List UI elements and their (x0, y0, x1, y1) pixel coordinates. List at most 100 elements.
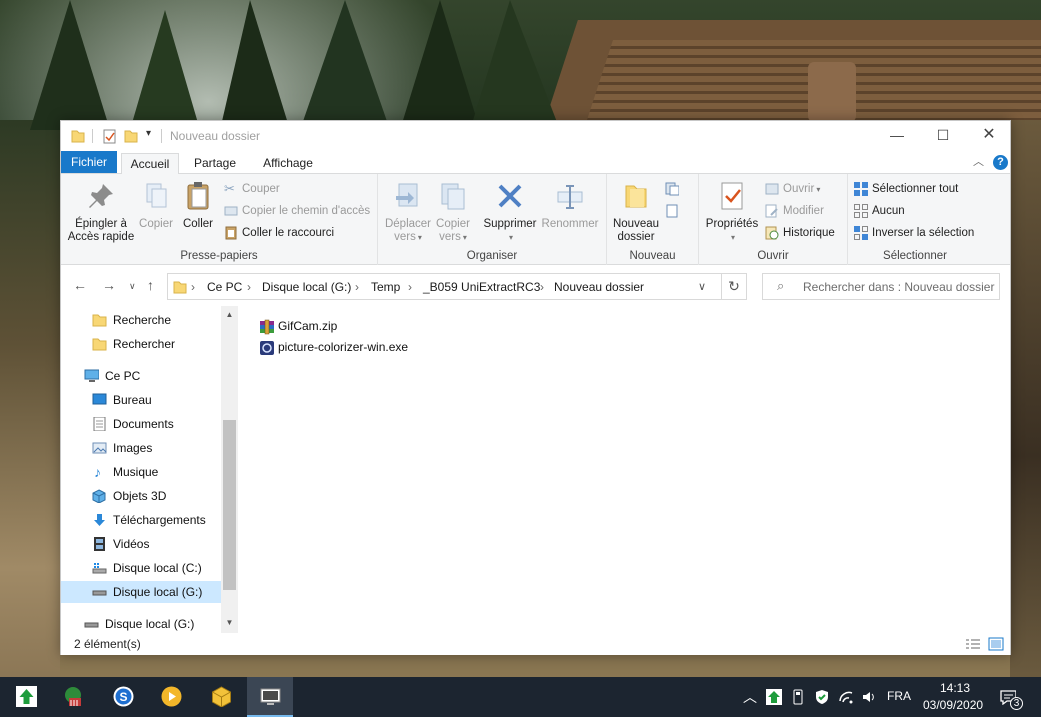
taskbar-app-green-arrow[interactable] (3, 677, 49, 717)
close-button[interactable]: ✕ (966, 121, 1012, 151)
up-arrow-icon[interactable]: ↑ (147, 277, 154, 293)
volume-speaker-icon[interactable] (861, 689, 877, 705)
wifi-icon[interactable] (838, 689, 854, 705)
copy-to-button[interactable]: Copier vers ▾ (433, 180, 473, 244)
nav-item-drive-g[interactable]: Disque local (G:) (61, 613, 221, 635)
cube-3d-icon (92, 489, 106, 503)
tab-home[interactable]: Accueil (121, 153, 179, 175)
select-none-button[interactable]: Aucun (854, 201, 905, 221)
nav-item-videos[interactable]: Vidéos (61, 533, 221, 555)
taskbar-app-chart[interactable] (50, 677, 96, 717)
collapse-ribbon-icon[interactable]: ︿ (973, 153, 984, 169)
large-icons-view-icon[interactable] (988, 637, 1004, 651)
taskbar-app-package[interactable] (198, 677, 244, 717)
breadcrumb-new-folder[interactable]: Nouveau dossier (554, 280, 644, 294)
cut-button[interactable]: ✂ Couper (224, 179, 280, 199)
show-hidden-icons-chevron-icon[interactable]: ︿ (743, 687, 757, 707)
help-button[interactable]: ? (993, 155, 1008, 170)
clock-date[interactable]: 03/09/2020 (923, 698, 983, 712)
invert-selection-button[interactable]: Inverser la sélection (854, 223, 974, 243)
copy-path-label: Copier le chemin d'accès (242, 205, 371, 217)
history-icon (765, 226, 779, 240)
new-folder-quick-icon[interactable] (124, 128, 138, 144)
green-up-arrow-icon (16, 686, 37, 707)
history-button[interactable]: Historique (765, 223, 835, 243)
qa-divider (92, 129, 93, 143)
nav-label: Vidéos (113, 537, 150, 551)
nav-item-downloads[interactable]: Téléchargements (61, 509, 221, 531)
nav-item-this-pc[interactable]: Ce PC (61, 365, 221, 387)
nav-item-drive-g-selected[interactable]: Disque local (G:) (61, 581, 221, 603)
refresh-icon[interactable]: ↻ (721, 273, 747, 300)
details-view-icon[interactable] (965, 637, 981, 651)
pin-quick-access-button[interactable]: Épingler à Accès rapide (67, 180, 135, 244)
nav-item-3d-objects[interactable]: Objets 3D (61, 485, 221, 507)
customize-toolbar-icon[interactable]: ▾ (146, 128, 151, 144)
explorer-window: ▾ Nouveau dossier — ☐ ✕ Fichier Accueil … (60, 120, 1011, 655)
easy-access-button[interactable]: ▾ (665, 201, 683, 221)
move-label-line2: vers (394, 231, 416, 243)
taskbar-app-explorer-active[interactable] (247, 677, 293, 717)
taskbar-app-media[interactable] (148, 677, 194, 717)
new-item-button[interactable]: ▾ (665, 179, 683, 199)
forest-edge (1010, 120, 1041, 677)
search-box[interactable]: ⌕ Rechercher dans : Nouveau dossier (762, 273, 1000, 300)
paste-shortcut-button[interactable]: Coller le raccourci (224, 223, 334, 243)
copy-button[interactable]: Copier (137, 180, 175, 231)
move-label-line1: Déplacer (384, 218, 432, 230)
scissors-icon: ✂ (224, 180, 235, 196)
new-folder-icon (625, 185, 647, 208)
maximize-button[interactable]: ☐ (920, 121, 966, 151)
copy-path-button[interactable]: Copier le chemin d'accès (224, 201, 370, 221)
clock-time[interactable]: 14:13 (940, 681, 970, 695)
tab-file[interactable]: Fichier (61, 151, 117, 173)
nav-item-recherche[interactable]: Recherche (61, 309, 221, 331)
usb-device-icon[interactable] (790, 689, 806, 705)
nav-label: Ce PC (105, 369, 141, 383)
tray-green-arrow-icon[interactable] (766, 689, 782, 705)
ribbon: Épingler à Accès rapide Copier Coller ✂ … (61, 174, 1010, 265)
nav-item-desktop[interactable]: Bureau (61, 389, 221, 411)
tab-share[interactable]: Partage (185, 153, 245, 174)
input-language[interactable]: FRA (887, 689, 911, 703)
scroll-thumb[interactable] (223, 420, 236, 590)
breadcrumb-drive-g[interactable]: Disque local (G:) (262, 280, 351, 294)
open-button[interactable]: Ouvrir ▾ (765, 179, 820, 199)
address-bar[interactable]: › Ce PC › Disque local (G:) › Temp › _B0… (167, 273, 747, 300)
select-all-button[interactable]: Sélectionner tout (854, 179, 958, 199)
delete-button[interactable]: Supprimer ▾ (482, 180, 538, 244)
minimize-button[interactable]: — (874, 121, 920, 151)
move-to-button[interactable]: Déplacer vers ▾ (384, 180, 432, 244)
breadcrumb-uniextract[interactable]: _B059 UniExtractRC3 (423, 280, 540, 294)
breadcrumb-this-pc[interactable]: Ce PC (207, 280, 242, 294)
breadcrumb-temp[interactable]: Temp (371, 280, 400, 294)
scroll-down-icon[interactable]: ▼ (221, 618, 238, 627)
copy-to-icon (441, 183, 465, 210)
nav-item-music[interactable]: ♪ Musique (61, 461, 221, 483)
scroll-up-icon[interactable]: ▲ (221, 310, 238, 319)
edit-button[interactable]: Modifier (765, 201, 824, 221)
taskbar-app-s[interactable]: S (100, 677, 146, 717)
nav-item-rechercher[interactable]: Rechercher (61, 333, 221, 355)
security-shield-icon[interactable] (814, 689, 830, 705)
breadcrumb-separator: › (355, 280, 359, 294)
recent-locations-icon[interactable]: ∨ (129, 281, 136, 292)
rename-button[interactable]: Renommer (540, 180, 600, 231)
properties-button[interactable]: Propriétés ▾ (703, 180, 761, 244)
new-folder-button[interactable]: Nouveau dossier (611, 180, 661, 244)
nav-item-drive-c[interactable]: Disque local (C:) (61, 557, 221, 579)
back-arrow-icon[interactable]: ← (73, 277, 87, 293)
window-title: Nouveau dossier (170, 129, 261, 143)
nav-item-images[interactable]: Images (61, 437, 221, 459)
nav-label: Disque local (G:) (113, 585, 203, 599)
nav-item-documents[interactable]: Documents (61, 413, 221, 435)
properties-quick-icon[interactable] (103, 128, 117, 144)
documents-icon (93, 417, 106, 431)
nav-scrollbar[interactable]: ▲ ▼ (221, 306, 238, 636)
group-label-select: Sélectionner (883, 250, 947, 262)
address-dropdown-icon[interactable]: ∨ (698, 280, 706, 293)
select-all-icon (854, 181, 868, 196)
forward-arrow-icon[interactable]: → (102, 277, 116, 293)
paste-button[interactable]: Coller (179, 180, 217, 231)
tab-view[interactable]: Affichage (253, 153, 323, 174)
